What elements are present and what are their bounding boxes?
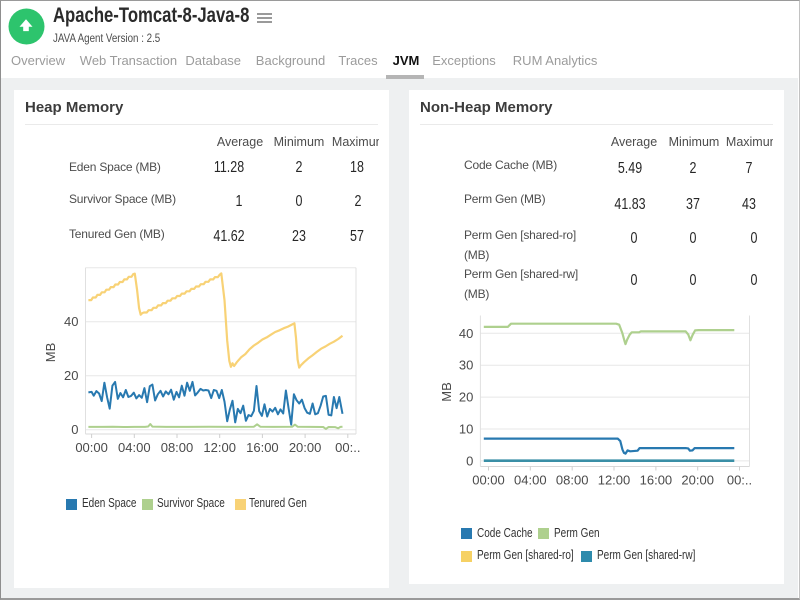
svg-text:08:00: 08:00 [556,473,589,488]
svg-text:0: 0 [71,422,78,437]
svg-text:20: 20 [459,390,473,405]
svg-text:40: 40 [64,314,78,329]
svg-text:20:00: 20:00 [289,440,322,455]
svg-text:12:00: 12:00 [598,473,631,488]
svg-text:30: 30 [459,358,473,373]
svg-text:MB: MB [439,382,454,402]
svg-text:16:00: 16:00 [246,440,279,455]
svg-text:00:00: 00:00 [472,473,505,488]
svg-text:00:00: 00:00 [75,440,108,455]
svg-text:00:..: 00:.. [335,440,360,455]
svg-text:08:00: 08:00 [161,440,194,455]
svg-text:00:..: 00:.. [727,473,752,488]
svg-text:20: 20 [64,368,78,383]
svg-text:20:00: 20:00 [681,473,714,488]
svg-text:40: 40 [459,326,473,341]
svg-text:16:00: 16:00 [640,473,673,488]
svg-text:10: 10 [459,422,473,437]
svg-text:04:00: 04:00 [514,473,547,488]
svg-text:12:00: 12:00 [203,440,236,455]
svg-text:04:00: 04:00 [118,440,151,455]
svg-text:0: 0 [466,453,473,468]
svg-text:MB: MB [43,343,58,363]
